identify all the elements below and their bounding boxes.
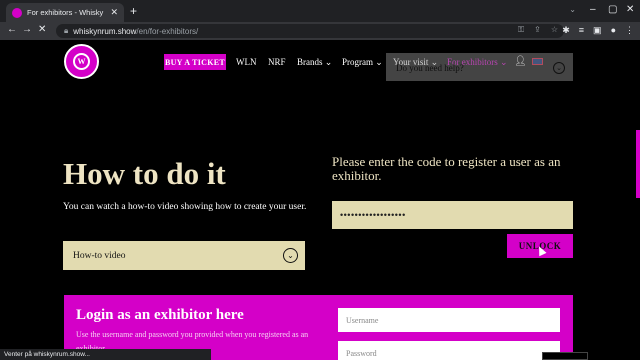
code-input[interactable]: •••••••••••••••••• [332, 201, 573, 229]
new-tab-button[interactable]: + [130, 4, 137, 18]
bookmark-star-icon[interactable]: ☆ [551, 25, 558, 35]
url-text: whiskynrum.show/en/for-exhibitors/ [73, 26, 199, 36]
dropdown-label: How-to video [73, 250, 126, 261]
nav-program[interactable]: Program ⌄ [342, 57, 383, 68]
tab-strip: For exhibitors - Whisky N Rum ✕ + ⌄ – ▢ … [0, 0, 640, 22]
chevron-down-icon[interactable]: ⌄ [553, 62, 565, 74]
status-bar: Venter på whiskynrum.show... [0, 349, 211, 360]
extensions-icon[interactable]: ✱ [562, 25, 570, 36]
browser-tab[interactable]: For exhibitors - Whisky N Rum ✕ [6, 3, 124, 22]
favicon-icon [12, 7, 22, 18]
address-bar[interactable]: 🔒︎ whiskynrum.show/en/for-exhibitors/ [56, 24, 564, 38]
how-to-video-dropdown[interactable]: How-to video ⌄ [63, 241, 305, 270]
tab-search-icon[interactable]: ⌄ [569, 5, 576, 14]
minimize-icon[interactable]: – [590, 4, 596, 15]
lock-icon[interactable]: 🔒︎ [64, 26, 68, 36]
chevron-down-icon: ⌄ [283, 248, 298, 263]
profile-icon[interactable]: ● [611, 25, 616, 36]
code-prompt: Please enter the code to register a user… [332, 154, 561, 183]
password-field[interactable]: Password [338, 341, 560, 360]
nav-nrf[interactable]: NRF [268, 57, 286, 67]
tab-title: For exhibitors - Whisky N Rum [27, 8, 105, 17]
back-icon[interactable]: ← [7, 24, 17, 35]
logo-mark: W [73, 53, 90, 70]
forward-icon[interactable]: → [22, 24, 32, 35]
site-logo[interactable]: W [64, 44, 99, 79]
help-text: Do you need help? [396, 63, 464, 73]
nav-wln[interactable]: WLN [236, 57, 257, 67]
buy-ticket-button[interactable]: BUY A TICKET [164, 54, 226, 70]
close-window-icon[interactable]: ✕ [626, 4, 634, 15]
key-icon[interactable]: ⚿ [518, 25, 524, 35]
stop-loading-icon[interactable]: ✕ [38, 24, 46, 35]
close-tab-icon[interactable]: ✕ [110, 7, 118, 18]
share-icon[interactable]: ⇪ [534, 25, 541, 35]
nav-brands[interactable]: Brands ⌄ [297, 57, 332, 68]
how-to-description: You can watch a how-to video showing how… [63, 202, 307, 212]
side-panel-icon[interactable]: ▣ [593, 25, 602, 36]
scrollbar-thumb[interactable] [636, 130, 640, 198]
maximize-icon[interactable]: ▢ [608, 4, 617, 15]
username-field[interactable]: Username [338, 308, 560, 332]
login-title: Login as an exhibitor here [76, 307, 244, 323]
reading-list-icon[interactable]: ≡ [579, 25, 584, 36]
browser-toolbar: ← → ✕ 🔒︎ whiskynrum.show/en/for-exhibito… [0, 22, 640, 40]
login-button[interactable] [542, 352, 588, 360]
menu-dots-icon[interactable]: ⋮ [625, 25, 634, 36]
page-title: How to do it [63, 156, 226, 191]
